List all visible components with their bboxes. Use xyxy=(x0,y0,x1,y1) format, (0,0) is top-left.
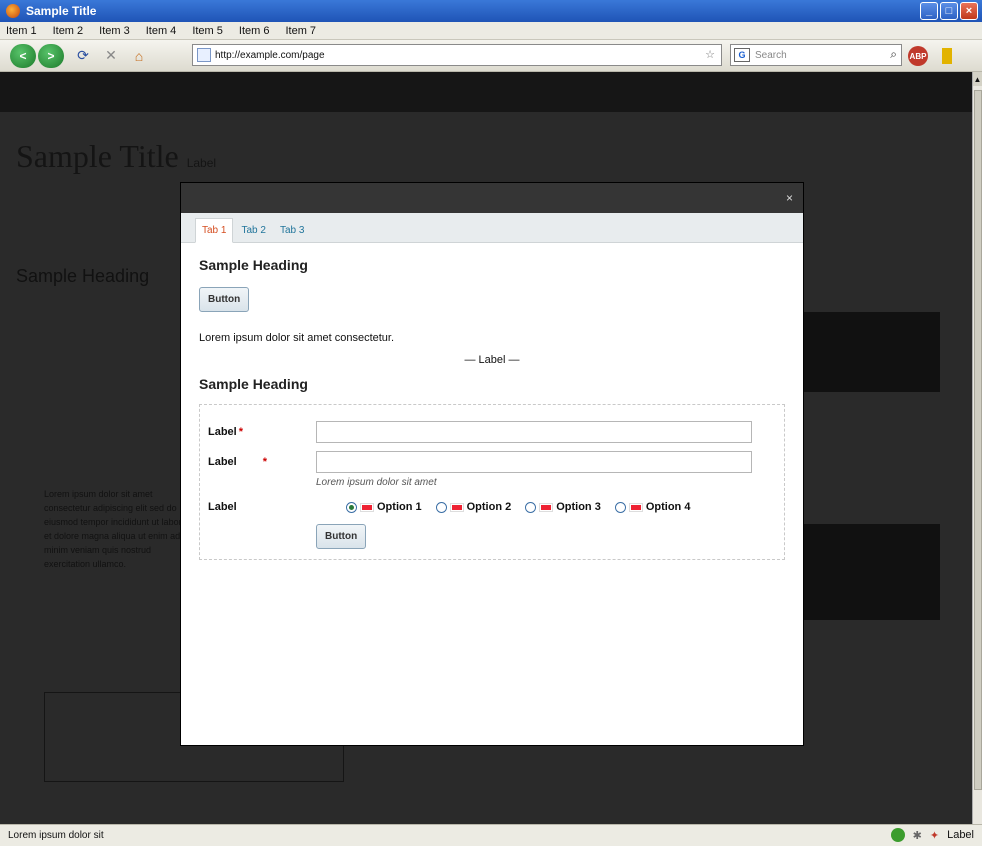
forward-button[interactable]: > xyxy=(38,43,64,68)
zotero-icon[interactable]: ✦ xyxy=(930,829,939,842)
close-window-button[interactable]: × xyxy=(960,2,978,20)
post-body-text: Lorem ipsum dolor sit amet consectetur a… xyxy=(44,489,187,569)
tab-choose-file[interactable]: Tab 1 xyxy=(195,218,234,243)
status-bar: Lorem ipsum dolor sit ✱ ✦ Label xyxy=(0,824,982,846)
sidebar-box xyxy=(790,524,940,620)
vertical-scrollbar[interactable]: ▲ xyxy=(972,72,982,824)
search-input[interactable]: G Search ⌕ xyxy=(730,44,902,66)
search-placeholder: Search xyxy=(755,49,787,61)
alignment-options: Option 1 Option 2 Option 3 Option 4 xyxy=(346,501,690,513)
radio-icon[interactable] xyxy=(614,501,626,513)
image-url-row: Label * xyxy=(208,417,776,447)
description-field[interactable] xyxy=(316,451,752,473)
dialog-header: × xyxy=(181,183,803,213)
description-row: Label * xyxy=(208,447,776,477)
radio-icon[interactable] xyxy=(525,501,537,513)
window-title: Sample Title xyxy=(26,4,97,18)
align-right-icon xyxy=(629,503,642,511)
align-none-icon xyxy=(361,503,373,511)
zotero-label[interactable]: Label xyxy=(947,829,974,841)
search-icon[interactable]: ⌕ xyxy=(890,47,897,62)
stop-icon[interactable]: ✕ xyxy=(100,45,122,67)
firefox-icon xyxy=(6,4,20,18)
bookmark-star-icon[interactable]: ☆ xyxy=(705,48,715,61)
visit-site-link[interactable]: Label xyxy=(187,156,216,170)
alignment-row: Label Option 1 Option 2 Option 3 Option … xyxy=(208,492,776,522)
extension-icon[interactable] xyxy=(942,48,952,64)
url-form: Label * Label * Lorem ipsum dolor sit amet… xyxy=(199,404,785,560)
dialog-body: Sample Heading Button Lorem ipsum dolor … xyxy=(181,243,803,574)
align-right-option[interactable]: Option 4 xyxy=(614,501,690,513)
tab-gallery[interactable]: Tab 2 xyxy=(235,219,271,242)
from-computer-heading: Sample Heading xyxy=(199,257,308,273)
gear-icon[interactable]: ✱ xyxy=(913,829,922,842)
scroll-up-icon[interactable]: ▲ xyxy=(973,72,982,86)
image-url-field[interactable] xyxy=(316,421,752,443)
media-upload-dialog: × Tab 1 Tab 2 Tab 3 Sample Heading Butto… xyxy=(181,183,803,745)
menu-view[interactable]: Item 3 xyxy=(97,25,132,37)
publish-box xyxy=(790,312,940,392)
admin-header xyxy=(0,72,972,112)
after-upload-note: Lorem ipsum dolor sit amet consectetur. xyxy=(199,332,395,344)
from-url-heading: Sample Heading xyxy=(199,376,308,392)
choose-file-button[interactable]: Button xyxy=(199,287,250,312)
required-mark: * xyxy=(262,456,268,468)
align-center-icon xyxy=(540,503,553,511)
home-icon[interactable]: ⌂ xyxy=(128,45,150,67)
align-left-option[interactable]: Option 2 xyxy=(435,501,511,513)
adblock-status-icon[interactable] xyxy=(890,828,905,842)
menu-edit[interactable]: Item 2 xyxy=(51,25,86,37)
page-icon xyxy=(197,48,211,62)
description-label: Label * xyxy=(208,456,268,468)
blog-title: Sample Title Label xyxy=(16,138,217,174)
alignment-label: Label xyxy=(208,501,237,513)
align-left-icon xyxy=(450,503,463,511)
page-heading: Sample Heading xyxy=(16,266,150,286)
window-controls: _ □ × xyxy=(920,2,978,20)
menu-bar: Item 1 Item 2 Item 3 Item 4 Item 5 Item … xyxy=(0,22,982,40)
align-none-option[interactable]: Option 1 xyxy=(346,501,422,513)
window-titlebar: Sample Title _ □ × xyxy=(0,0,982,22)
radio-icon[interactable] xyxy=(435,501,447,513)
maximize-button[interactable]: □ xyxy=(940,2,958,20)
url-bar[interactable]: http://example.com/page ☆ xyxy=(192,44,722,66)
dialog-tabs: Tab 1 Tab 2 Tab 3 xyxy=(181,213,803,243)
required-mark: * xyxy=(238,426,244,438)
menu-history[interactable]: Item 4 xyxy=(144,25,179,37)
scroll-thumb[interactable] xyxy=(974,90,982,790)
align-center-option[interactable]: Option 3 xyxy=(525,501,601,513)
menu-file[interactable]: Item 1 xyxy=(4,25,39,37)
navigation-toolbar: < > ⟳ ✕ ⌂ http://example.com/page ☆ G Se… xyxy=(0,40,982,72)
back-button[interactable]: < xyxy=(10,43,36,68)
adblock-icon[interactable]: ABP xyxy=(908,46,928,66)
reload-icon[interactable]: ⟳ xyxy=(72,45,94,67)
image-url-label: Label * xyxy=(208,426,244,438)
url-text: http://example.com/page xyxy=(215,49,325,61)
alt-text-hint: Lorem ipsum dolor sit amet xyxy=(316,477,437,488)
status-text: Lorem ipsum dolor sit xyxy=(8,830,104,841)
status-icons: ✱ ✦ Label xyxy=(890,828,974,842)
menu-help[interactable]: Item 7 xyxy=(283,25,318,37)
menu-bookmarks[interactable]: Item 5 xyxy=(190,25,225,37)
search-engine-icon[interactable]: G xyxy=(734,48,750,62)
minimize-button[interactable]: _ xyxy=(920,2,938,20)
or-separator: — Label — xyxy=(464,354,520,366)
insert-into-post-button[interactable]: Button xyxy=(316,524,367,549)
menu-tools[interactable]: Item 6 xyxy=(237,25,272,37)
tab-media-library[interactable]: Tab 3 xyxy=(274,219,310,242)
radio-selected-icon[interactable] xyxy=(346,501,357,513)
dialog-close-button[interactable]: × xyxy=(786,191,793,205)
